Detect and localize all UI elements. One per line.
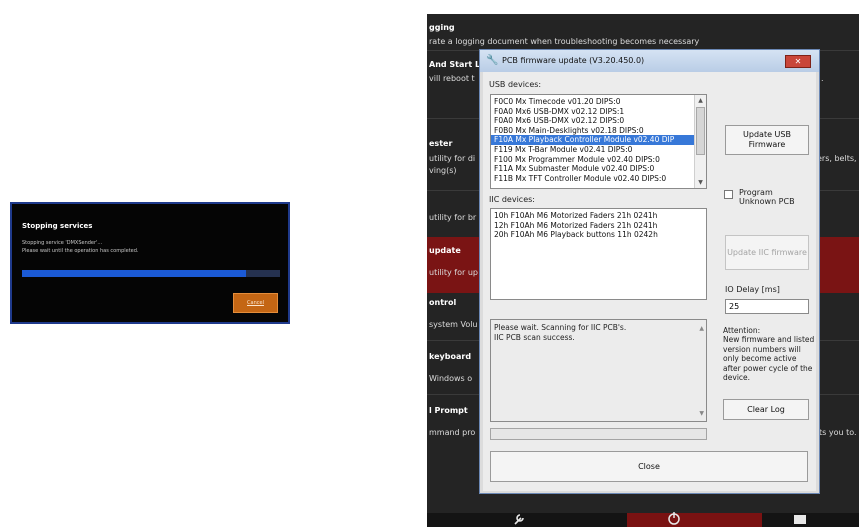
update-iic-firmware-button[interactable]: Update IIC firmware — [725, 235, 809, 270]
taskbar-active-item[interactable] — [627, 513, 762, 527]
power-icon[interactable] — [667, 511, 681, 527]
settings-entry-prompt-desc: mmand pro — [429, 428, 476, 437]
settings-entry-start-desc: vill reboot t — [429, 74, 475, 83]
settings-entry-start-title[interactable]: And Start L — [429, 60, 480, 69]
attention-text: New firmware and listed version numbers … — [723, 335, 815, 383]
wrench-icon[interactable] — [512, 512, 526, 527]
stopping-services-progress — [22, 270, 280, 277]
settings-entry-tester-fragment: ers, belts, — [817, 154, 857, 163]
usb-device-item[interactable]: F0A0 Mx6 USB-DMX v02.12 DIPS:0 — [491, 116, 706, 126]
settings-entry-keyboard-desc: Windows o — [429, 374, 473, 383]
iic-devices-label: IIC devices: — [489, 195, 535, 204]
stopping-services-cancel-button[interactable]: Cancel — [233, 293, 278, 313]
pcb-dialog-body: USB devices: F0C0 Mx Timecode v01.20 DIP… — [483, 72, 816, 491]
usb-device-item[interactable]: F10A Mx Playback Controller Module v02.4… — [491, 135, 706, 145]
clear-log-button[interactable]: Clear Log — [723, 399, 809, 420]
usb-device-item[interactable]: F11A Mx Submaster Module v02.40 DIPS:0 — [491, 164, 706, 174]
settings-entry-logging-desc: rate a logging document when troubleshoo… — [429, 37, 700, 46]
settings-entry-update-desc: utility for up — [429, 268, 478, 277]
update-usb-label-1: Update USB — [743, 130, 791, 139]
settings-entry-start-fragment: . — [821, 74, 824, 83]
update-usb-label-2: Firmware — [748, 140, 786, 149]
stopping-services-message-2: Please wait until the operation has comp… — [22, 248, 139, 254]
pcb-firmware-dialog: 🔧 PCB firmware update (V3.20.450.0) ✕ US… — [479, 49, 820, 494]
stopping-services-dialog: Stopping services Stopping service 'DMXS… — [10, 202, 290, 324]
settings-entry-browser-desc: utility for br — [429, 213, 477, 222]
attention-title: Attention: — [723, 326, 761, 335]
close-button[interactable]: Close — [490, 451, 808, 482]
stopping-services-progress-fill — [22, 270, 247, 277]
usb-device-item[interactable]: F0C0 Mx Timecode v01.20 DIPS:0 — [491, 97, 706, 107]
usb-device-item[interactable]: F100 Mx Programmer Module v02.40 DIPS:0 — [491, 155, 706, 165]
iic-device-item[interactable]: 12h F10Ah M6 Motorized Faders 21h 0241h — [491, 221, 706, 231]
log-output[interactable]: Please wait. Scanning for IIC PCB's. IIC… — [490, 319, 707, 422]
scroll-up-icon[interactable]: ▲ — [699, 324, 704, 334]
program-unknown-label-2: Unknown PCB — [739, 197, 795, 206]
log-line: Please wait. Scanning for IIC PCB's. — [494, 323, 627, 332]
taskbar — [427, 511, 859, 527]
settings-entry-tester-title[interactable]: ester — [429, 139, 452, 148]
usb-device-item[interactable]: F119 Mx T-Bar Module v02.41 DIPS:0 — [491, 145, 706, 155]
settings-entry-tester-desc: utility for di — [429, 154, 476, 163]
update-usb-firmware-button[interactable]: Update USB Firmware — [725, 125, 809, 155]
stopping-services-message-1: Stopping service 'DMXSender'... — [22, 240, 103, 246]
settings-entry-volume-desc: system Volu — [429, 320, 478, 329]
program-unknown-label-1: Program — [739, 188, 773, 197]
stopping-services-title: Stopping services — [22, 222, 93, 230]
iic-devices-list[interactable]: 10h F10Ah M6 Motorized Faders 21h 0241h 1… — [490, 208, 707, 300]
usb-device-item[interactable]: F0B0 Mx Main-Desklights v02.18 DIPS:0 — [491, 126, 706, 136]
iic-device-item[interactable]: 20h F10Ah M6 Playback buttons 11h 0242h — [491, 230, 706, 240]
attention-note: Attention: New firmware and listed versi… — [723, 326, 815, 382]
io-delay-input[interactable]: 25 — [725, 299, 809, 314]
settings-entry-volume-title[interactable]: ontrol — [429, 298, 456, 307]
usb-device-item[interactable]: F0A0 Mx6 USB-DMX v02.12 DIPS:1 — [491, 107, 706, 117]
usb-devices-list[interactable]: F0C0 Mx Timecode v01.20 DIPS:0 F0A0 Mx6 U… — [490, 94, 707, 189]
firmware-progress-bar — [490, 428, 707, 440]
settings-entry-logging-title[interactable]: gging — [429, 23, 455, 32]
usb-device-item[interactable]: F11B Mx TFT Controller Module v02.40 DIP… — [491, 174, 706, 184]
settings-entry-update-title[interactable]: update — [429, 246, 461, 255]
pcb-dialog-title: PCB firmware update (V3.20.450.0) — [502, 56, 645, 65]
scroll-up-icon[interactable]: ▲ — [695, 95, 706, 106]
pcb-dialog-titlebar[interactable]: 🔧 PCB firmware update (V3.20.450.0) ✕ — [480, 50, 819, 72]
keyboard-icon[interactable] — [793, 512, 807, 527]
scroll-down-icon[interactable]: ▼ — [695, 177, 706, 188]
log-line: IIC PCB scan success. — [494, 332, 575, 342]
settings-entry-tester-desc-2: ving(s) — [429, 166, 457, 175]
iic-devices-items: 10h F10Ah M6 Motorized Faders 21h 0241h 1… — [491, 209, 706, 240]
usb-list-scrollbar[interactable]: ▲ ▼ — [694, 95, 706, 188]
scroll-down-icon[interactable]: ▼ — [699, 409, 704, 419]
usb-devices-label: USB devices: — [489, 80, 542, 89]
io-delay-label: IO Delay [ms] — [725, 285, 780, 294]
settings-top-strip — [427, 0, 859, 14]
screen: Stopping services Stopping service 'DMXS… — [0, 0, 859, 527]
wrench-app-icon: 🔧 — [486, 55, 499, 66]
close-icon[interactable]: ✕ — [785, 55, 811, 68]
program-unknown-pcb-checkbox[interactable] — [724, 190, 733, 199]
settings-entry-prompt-fragment: ts you to. — [819, 428, 857, 437]
usb-devices-items: F0C0 Mx Timecode v01.20 DIPS:0 F0A0 Mx6 U… — [491, 95, 706, 183]
settings-entry-keyboard-title[interactable]: keyboard — [429, 352, 471, 361]
scroll-thumb[interactable] — [696, 107, 705, 155]
program-unknown-pcb-label: Program Unknown PCB — [739, 188, 795, 206]
iic-device-item[interactable]: 10h F10Ah M6 Motorized Faders 21h 0241h — [491, 211, 706, 221]
settings-entry-prompt-title[interactable]: l Prompt — [429, 406, 468, 415]
